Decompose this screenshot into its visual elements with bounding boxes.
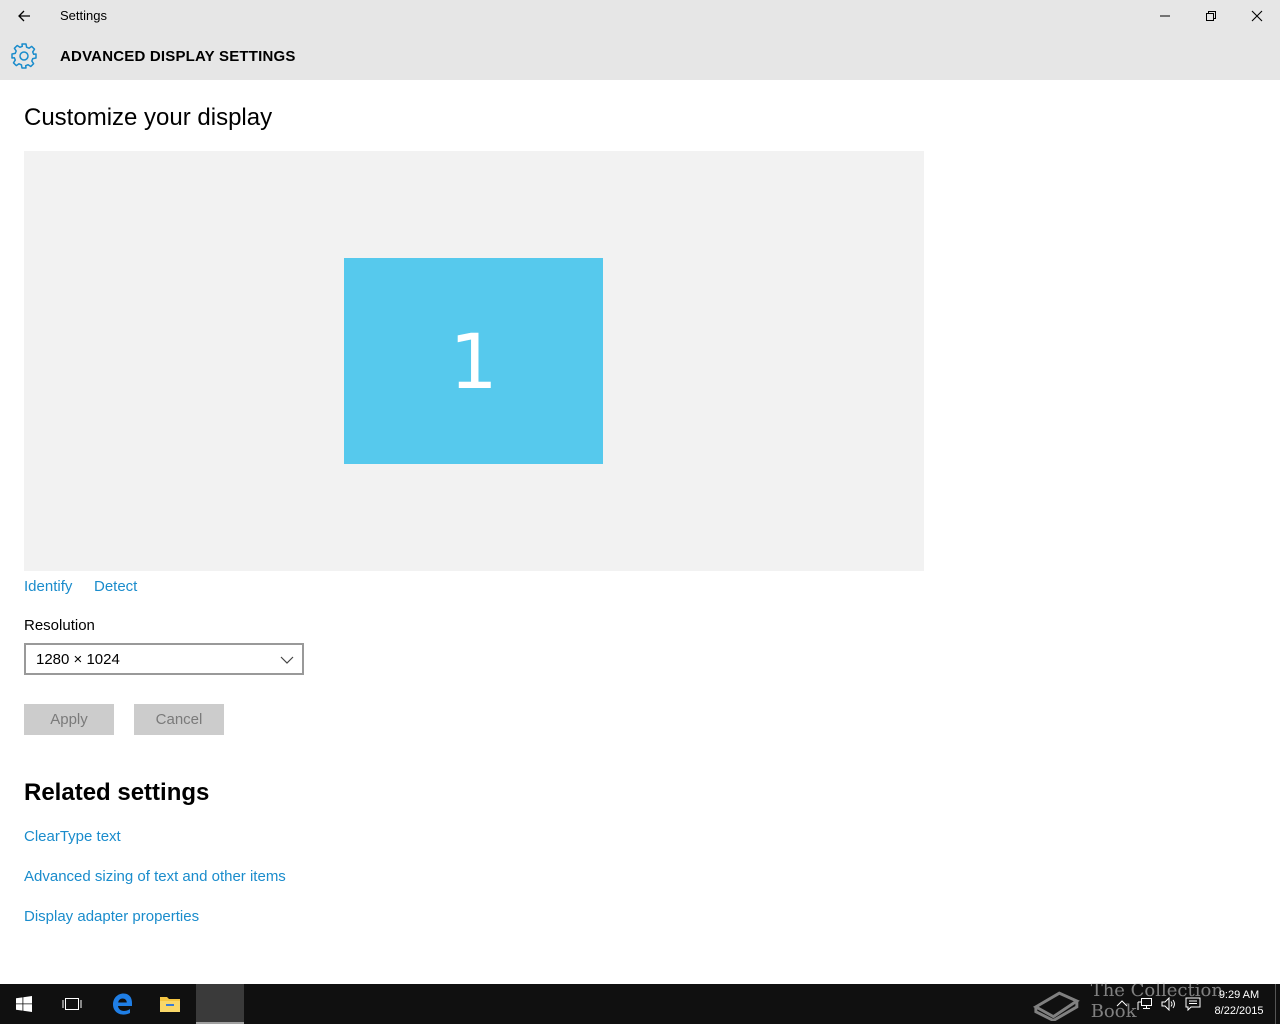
advanced-sizing-link[interactable]: Advanced sizing of text and other items xyxy=(24,868,286,885)
restore-icon xyxy=(1206,11,1216,21)
cleartype-link[interactable]: ClearType text xyxy=(24,828,121,845)
volume-tray-button[interactable] xyxy=(1158,984,1180,1024)
chevron-up-icon xyxy=(1116,1000,1128,1007)
title-bar: Settings xyxy=(0,0,1280,32)
taskbar-clock[interactable]: 9:29 AM 8/22/2015 xyxy=(1206,987,1272,1019)
page-title: Customize your display xyxy=(24,104,273,131)
display-arrangement-area: 1 xyxy=(24,151,924,571)
network-tray-button[interactable] xyxy=(1134,984,1156,1024)
monitor-tile[interactable]: 1 xyxy=(344,258,603,464)
resolution-label: Resolution xyxy=(24,617,95,634)
display-adapter-link[interactable]: Display adapter properties xyxy=(24,908,199,925)
file-explorer-button[interactable] xyxy=(146,984,194,1024)
task-view-button[interactable] xyxy=(48,984,96,1024)
window-title: Settings xyxy=(60,8,107,23)
gear-icon xyxy=(11,43,37,69)
show-hidden-icons-button[interactable] xyxy=(1112,984,1132,1024)
windows-start-icon xyxy=(16,996,32,1012)
edge-icon xyxy=(113,993,132,1015)
monitor-number: 1 xyxy=(449,316,498,406)
settings-content: Customize your display 1 Identify Detect… xyxy=(0,80,1280,984)
close-button[interactable] xyxy=(1234,0,1280,32)
apply-button[interactable]: Apply xyxy=(24,704,114,735)
back-arrow-icon xyxy=(18,10,30,22)
resolution-value: 1280 × 1024 xyxy=(36,651,120,668)
back-button[interactable] xyxy=(0,0,48,32)
clock-time: 9:29 AM xyxy=(1218,989,1260,1001)
cancel-button[interactable]: Cancel xyxy=(134,704,224,735)
volume-icon xyxy=(1161,997,1175,1011)
chevron-down-icon xyxy=(280,656,294,664)
minimize-button[interactable] xyxy=(1142,0,1188,32)
show-desktop-button[interactable] xyxy=(1275,984,1276,1024)
page-heading: ADVANCED DISPLAY SETTINGS xyxy=(60,48,296,65)
resolution-dropdown[interactable]: 1280 × 1024 xyxy=(24,643,304,675)
close-icon xyxy=(1251,10,1263,22)
book-icon xyxy=(1032,991,1080,1021)
network-icon xyxy=(1137,998,1152,1010)
file-explorer-icon xyxy=(160,997,180,1012)
edge-button[interactable] xyxy=(98,984,146,1024)
related-settings-title: Related settings xyxy=(24,779,210,806)
minimize-icon xyxy=(1160,15,1170,17)
page-header: ADVANCED DISPLAY SETTINGS xyxy=(0,32,1280,80)
action-center-button[interactable] xyxy=(1182,984,1204,1024)
clock-date: 8/22/2015 xyxy=(1214,1005,1264,1017)
action-center-icon xyxy=(1185,997,1201,1011)
start-button[interactable] xyxy=(0,984,48,1024)
settings-taskbar-button[interactable] xyxy=(196,984,244,1024)
task-view-icon xyxy=(62,998,82,1010)
identify-link[interactable]: Identify xyxy=(24,578,72,595)
restore-button[interactable] xyxy=(1188,0,1234,32)
detect-link[interactable]: Detect xyxy=(94,578,137,595)
